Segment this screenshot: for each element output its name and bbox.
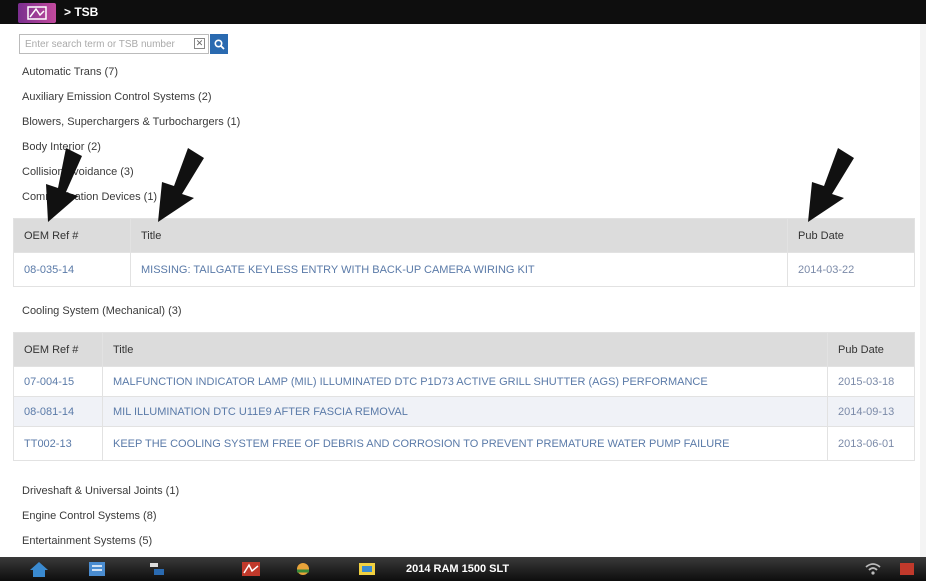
category-automatic-trans[interactable]: Automatic Trans (7): [22, 66, 118, 78]
category-driveshaft[interactable]: Driveshaft & Universal Joints (1): [22, 485, 179, 497]
search-icon: [213, 38, 225, 50]
tsb-table-communication: OEM Ref # Title Pub Date 08-035-14 MISSI…: [13, 218, 915, 287]
app-logo[interactable]: [18, 3, 56, 23]
tools-icon[interactable]: [146, 559, 168, 579]
home-icon[interactable]: [28, 559, 50, 579]
pub-date-cell: 2013-06-01: [827, 426, 915, 461]
column-header-oem-ref: OEM Ref #: [13, 332, 103, 367]
category-entertainment[interactable]: Entertainment Systems (5): [22, 535, 152, 547]
column-header-pub-date: Pub Date: [827, 332, 915, 367]
column-header-title: Title: [102, 332, 828, 367]
taskbar: 2014 RAM 1500 SLT: [0, 557, 926, 581]
wifi-icon[interactable]: [862, 559, 884, 579]
table-header-row: OEM Ref # Title Pub Date: [13, 332, 915, 367]
table-row[interactable]: 08-081-14 MIL ILLUMINATION DTC U11E9 AFT…: [13, 396, 915, 427]
pub-date-cell: 2014-03-22: [787, 252, 915, 287]
table-row[interactable]: 07-004-15 MALFUNCTION INDICATOR LAMP (MI…: [13, 366, 915, 397]
title-bar: > TSB: [0, 0, 926, 24]
search-input[interactable]: [20, 35, 190, 53]
category-auxiliary-emission[interactable]: Auxiliary Emission Control Systems (2): [22, 91, 212, 103]
title-cell[interactable]: MIL ILLUMINATION DTC U11E9 AFTER FASCIA …: [102, 396, 828, 427]
callout-arrow-icon: [46, 148, 82, 222]
vehicle-icon[interactable]: [292, 559, 314, 579]
scope-icon[interactable]: [240, 559, 262, 579]
category-cooling-system[interactable]: Cooling System (Mechanical) (3): [22, 305, 182, 317]
table-header-row: OEM Ref # Title Pub Date: [13, 218, 915, 253]
title-cell[interactable]: KEEP THE COOLING SYSTEM FREE OF DEBRIS A…: [102, 426, 828, 461]
search-field[interactable]: ✕: [19, 34, 209, 54]
column-header-title: Title: [130, 218, 788, 253]
oem-ref-cell[interactable]: 07-004-15: [13, 366, 103, 397]
table-row[interactable]: 08-035-14 MISSING: TAILGATE KEYLESS ENTR…: [13, 252, 915, 287]
breadcrumb: > TSB: [64, 5, 99, 19]
oem-ref-cell[interactable]: 08-081-14: [13, 396, 103, 427]
vehicle-info-icon[interactable]: [356, 559, 378, 579]
callout-arrow-icon: [808, 148, 854, 222]
callout-arrow-icon: [158, 148, 204, 222]
table-row[interactable]: TT002-13 KEEP THE COOLING SYSTEM FREE OF…: [13, 426, 915, 461]
title-cell[interactable]: MISSING: TAILGATE KEYLESS ENTRY WITH BAC…: [130, 252, 788, 287]
category-blowers[interactable]: Blowers, Superchargers & Turbochargers (…: [22, 116, 240, 128]
tsb-table-cooling: OEM Ref # Title Pub Date 07-004-15 MALFU…: [13, 332, 915, 461]
pub-date-cell: 2015-03-18: [827, 366, 915, 397]
category-engine-control[interactable]: Engine Control Systems (8): [22, 510, 157, 522]
scrollbar[interactable]: [920, 24, 926, 557]
clear-icon[interactable]: ✕: [194, 38, 205, 49]
pub-date-cell: 2014-09-13: [827, 396, 915, 427]
title-cell[interactable]: MALFUNCTION INDICATOR LAMP (MIL) ILLUMIN…: [102, 366, 828, 397]
oem-ref-cell[interactable]: TT002-13: [13, 426, 103, 461]
vehicle-label: 2014 RAM 1500 SLT: [406, 563, 510, 575]
power-icon[interactable]: [896, 559, 918, 579]
list-icon[interactable]: [86, 559, 108, 579]
oem-ref-cell[interactable]: 08-035-14: [13, 252, 131, 287]
search-button[interactable]: [210, 34, 228, 54]
